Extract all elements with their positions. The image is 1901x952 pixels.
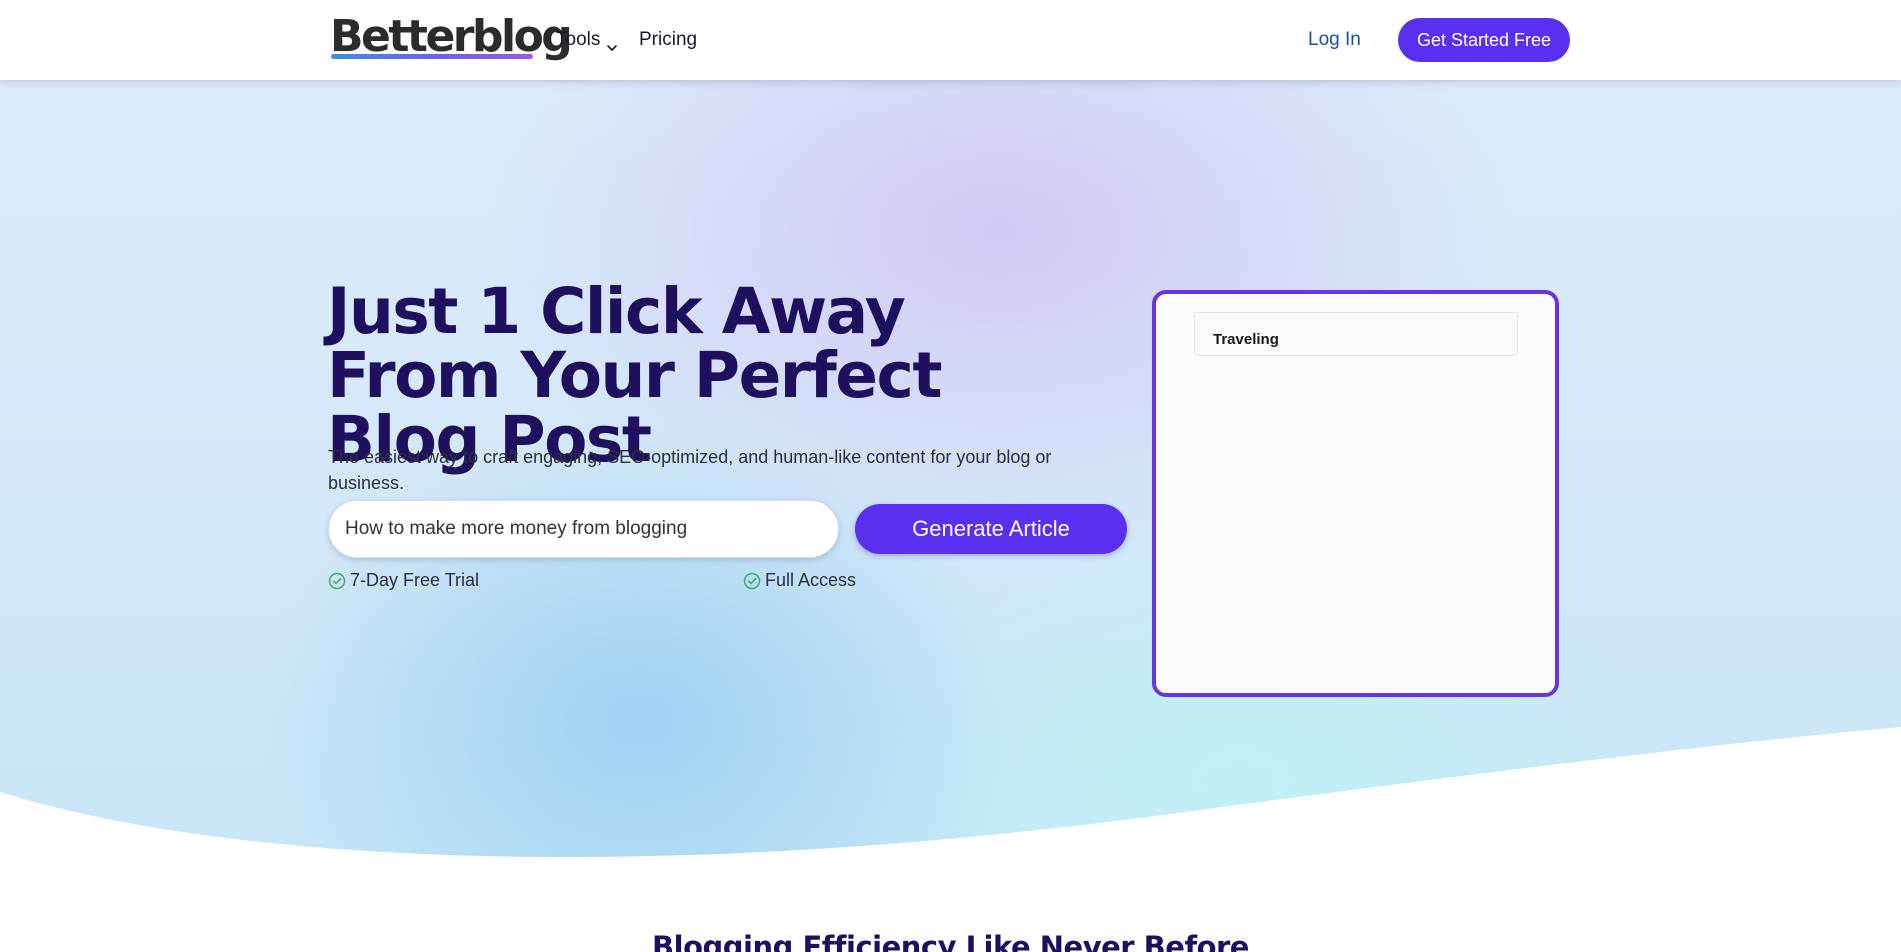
nav-tools-label: Tools — [556, 29, 601, 50]
feature-label: 7-Day Free Trial — [350, 570, 480, 590]
section-title: Blogging Efficiency Like Never Before — [652, 930, 1249, 952]
get-started-button[interactable]: Get Started Free — [1398, 18, 1570, 62]
login-link[interactable]: Log In — [1308, 27, 1361, 53]
demo-preview-text: Traveling — [1213, 331, 1279, 348]
nav-pricing-link[interactable]: Pricing — [639, 27, 697, 53]
chevron-down-icon — [606, 36, 618, 51]
nav-tools-menu[interactable]: Tools — [556, 27, 618, 53]
check-circle-icon — [328, 572, 346, 590]
demo-preview-field: Traveling — [1194, 312, 1518, 356]
site-header: Betterblog Tools Pricing Log In Get Star… — [0, 0, 1901, 80]
hero-section: Just 1 Click Away From Your Perfect Blog… — [0, 80, 1901, 860]
feature-full-access: Full Access — [743, 570, 856, 591]
generate-article-button[interactable]: Generate Article — [855, 504, 1127, 554]
feature-free-trial: 7-Day Free Trial — [328, 570, 479, 591]
hero-subtitle: The easiest way to craft engaging, SEO-o… — [328, 447, 1052, 493]
feature-label: Full Access — [765, 570, 857, 590]
logo-underline — [331, 54, 533, 59]
topic-input[interactable] — [328, 500, 839, 558]
check-circle-icon — [743, 572, 761, 590]
demo-preview-card: Traveling — [1152, 290, 1559, 697]
